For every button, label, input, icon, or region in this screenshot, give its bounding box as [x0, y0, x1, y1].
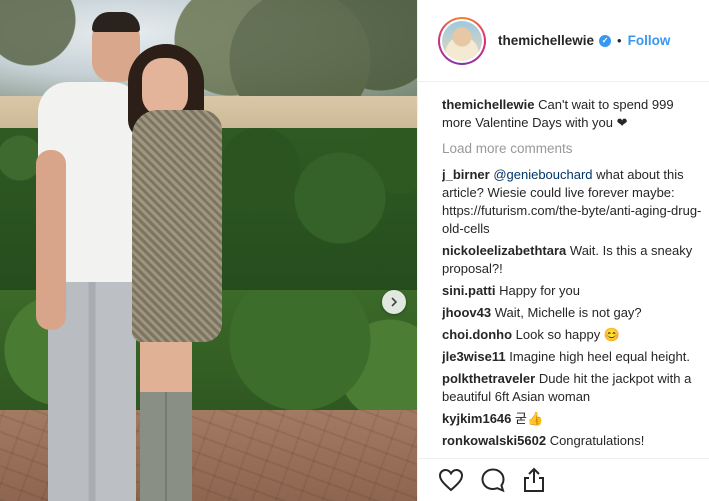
comment-row: sini.patti Happy for you: [442, 282, 704, 300]
comment-text: Happy for you: [499, 283, 581, 298]
comment-text: Wait, Michelle is not gay?: [494, 305, 642, 320]
verified-badge-icon: ✓: [599, 34, 612, 47]
comment-row: nickoleelizabethtara Wait. Is this a sne…: [442, 242, 704, 278]
comment-mention[interactable]: @geniebouchard: [493, 167, 592, 182]
man-figure-arm: [36, 150, 66, 330]
comment-username[interactable]: sini.patti: [442, 283, 495, 298]
load-more-comments-button[interactable]: Load more comments: [442, 140, 704, 158]
comment-username[interactable]: polkthetraveler: [442, 371, 535, 386]
comment-row: choi.donho Look so happy 😊: [442, 326, 704, 344]
comments-list[interactable]: themichellewie Can't wait to spend 999 m…: [442, 96, 704, 458]
woman-figure-face: [142, 58, 188, 116]
comment-button[interactable]: [480, 467, 506, 493]
comment-text: Congratulations!: [549, 433, 645, 448]
comment-text: Look so happy 😊: [515, 327, 621, 342]
comment-username[interactable]: j_birner: [442, 167, 490, 182]
comment-username[interactable]: nickoleelizabethtara: [442, 243, 566, 258]
comment-username[interactable]: ronkowalski5602: [442, 433, 546, 448]
avatar-image: [442, 20, 482, 61]
chevron-right-icon: [391, 297, 398, 307]
comment-row: ronkowalski5602 Congratulations!: [442, 432, 704, 450]
next-photo-button[interactable]: [382, 290, 406, 314]
avatar[interactable]: [438, 16, 486, 65]
comment-text: 굳👍: [515, 411, 544, 426]
comment-row: j_birner @geniebouchard what about this …: [442, 166, 704, 238]
share-icon: [524, 467, 544, 492]
follow-button[interactable]: Follow: [628, 33, 671, 48]
man-figure-hair: [92, 12, 140, 32]
comment-username[interactable]: jle3wise11: [442, 349, 506, 364]
heart-icon: [438, 468, 464, 492]
comment-username[interactable]: jhoov43: [442, 305, 491, 320]
author-username[interactable]: themichellewie: [498, 33, 594, 48]
comment-text: Imagine high heel equal height.: [509, 349, 690, 364]
woman-figure-dress: [132, 110, 222, 342]
comment-row: kyjkim1646 굳👍: [442, 410, 704, 428]
like-button[interactable]: [438, 468, 464, 492]
comment-row: polkthetraveler Dude hit the jackpot wit…: [442, 370, 704, 406]
post-actions-bar: [418, 458, 709, 501]
comment-row: jhoov43 Wait, Michelle is not gay?: [442, 304, 704, 322]
post-photo[interactable]: [0, 0, 417, 501]
comment-icon: [481, 468, 505, 493]
header-separator: •: [617, 33, 622, 48]
post-header: themichellewie ✓ • Follow: [418, 0, 709, 82]
woman-figure-boots: [140, 392, 192, 501]
comment-username[interactable]: kyjkim1646: [442, 411, 511, 426]
caption-author[interactable]: themichellewie: [442, 97, 534, 112]
comment-row: jle3wise11 Imagine high heel equal heigh…: [442, 348, 704, 366]
comment-username[interactable]: choi.donho: [442, 327, 512, 342]
post-caption: themichellewie Can't wait to spend 999 m…: [442, 96, 704, 132]
share-button[interactable]: [522, 467, 546, 493]
post-side-panel: themichellewie ✓ • Follow themichellewie…: [417, 0, 709, 501]
